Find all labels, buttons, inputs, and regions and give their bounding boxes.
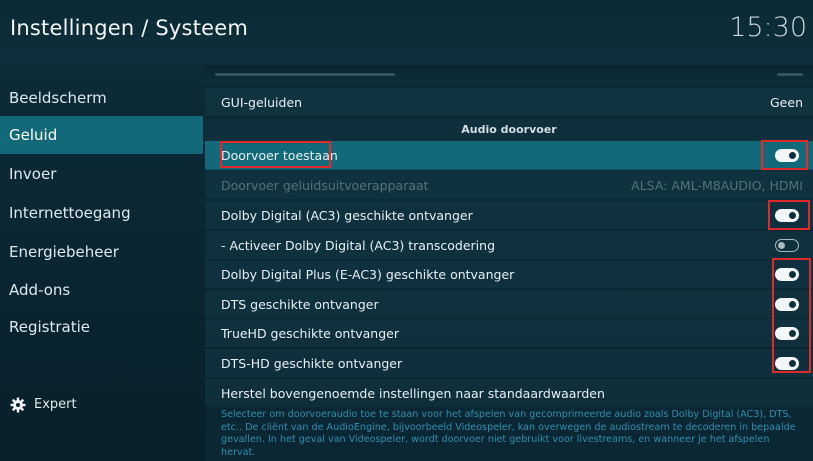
clock: 15:30 [729,12,807,43]
scroll-fade [205,65,813,85]
setting-label: Dolby Digital (AC3) geschikte ontvanger [221,208,473,223]
toggle-on-icon[interactable] [775,298,799,311]
sidebar-item-energiebeheer[interactable]: Energiebeheer [0,233,203,271]
sidebar-item-add-ons[interactable]: Add-ons [0,271,203,309]
reset-defaults-button[interactable]: Herstel bovengenoemde instellingen naar … [205,379,813,408]
expert-level-button[interactable]: Expert [0,385,203,425]
setting-dts-receiver[interactable]: DTS geschikte ontvanger [205,290,813,319]
toggle-on-icon[interactable] [775,209,799,222]
setting-passthrough-allowed[interactable]: Doorvoer toestaan [205,141,813,170]
setting-ac3-receiver[interactable]: Dolby Digital (AC3) geschikte ontvanger [205,201,813,230]
sidebar-item-label: Geluid [9,126,58,144]
toggle-on-icon[interactable] [775,149,799,162]
toggle-on-icon[interactable] [775,268,799,281]
setting-label: Dolby Digital Plus (E-AC3) geschikte ont… [221,267,515,282]
sidebar-item-label: Energiebeheer [9,243,119,261]
sidebar-item-invoer[interactable]: Invoer [0,155,203,193]
setting-passthrough-device: Doorvoer geluidsuitvoerapparaat ALSA: AM… [205,171,813,200]
header-bar: Instellingen / Systeem 15:30 [0,0,813,65]
setting-eac3-receiver[interactable]: Dolby Digital Plus (E-AC3) geschikte ont… [205,260,813,289]
setting-ac3-transcode[interactable]: - Activeer Dolby Digital (AC3) transcode… [205,231,813,260]
toggle-on-icon[interactable] [775,327,799,340]
sidebar-item-geluid[interactable]: Geluid [0,116,203,154]
setting-label: TrueHD geschikte ontvanger [221,326,399,341]
setting-label: DTS geschikte ontvanger [221,297,379,312]
sidebar-item-beeldscherm[interactable]: Beeldscherm [0,79,203,117]
expert-label: Expert [34,397,77,412]
setting-description: Selecteer om doorvoeraudio toe te staan … [205,408,813,461]
section-header: Audio doorvoer [205,119,813,141]
setting-dtshd-receiver[interactable]: DTS-HD geschikte ontvanger [205,349,813,378]
setting-value: Geen [770,95,803,110]
setting-label: Herstel bovengenoemde instellingen naar … [221,386,605,401]
setting-label: DTS-HD geschikte ontvanger [221,356,403,371]
setting-label: Doorvoer geluidsuitvoerapparaat [221,178,429,193]
sidebar-item-label: Invoer [9,165,57,183]
sidebar-item-internettoegang[interactable]: Internettoegang [0,194,203,232]
sidebar-item-label: Internettoegang [9,204,131,222]
toggle-off-icon[interactable] [775,239,799,252]
sidebar-item-label: Registratie [9,318,90,336]
sidebar-item-label: Add-ons [9,281,71,299]
setting-label: GUI-geluiden [221,95,303,110]
gear-icon [10,397,34,412]
setting-value: ALSA: AML-M8AUDIO, HDMI [631,178,803,193]
setting-label: Doorvoer toestaan [221,148,338,163]
sidebar-item-label: Beeldscherm [9,89,107,107]
setting-gui-sounds[interactable]: GUI-geluiden Geen [205,88,813,117]
toggle-on-icon[interactable] [775,357,799,370]
setting-truehd-receiver[interactable]: TrueHD geschikte ontvanger [205,319,813,348]
hidden-row-hint [215,73,395,76]
settings-list: GUI-geluiden Geen Audio doorvoer Doorvoe… [205,65,813,461]
sidebar-item-registratie[interactable]: Registratie [0,308,203,346]
setting-label: - Activeer Dolby Digital (AC3) transcode… [221,238,496,253]
hidden-row-value-hint [777,73,803,76]
page-title: Instellingen / Systeem [10,16,249,40]
